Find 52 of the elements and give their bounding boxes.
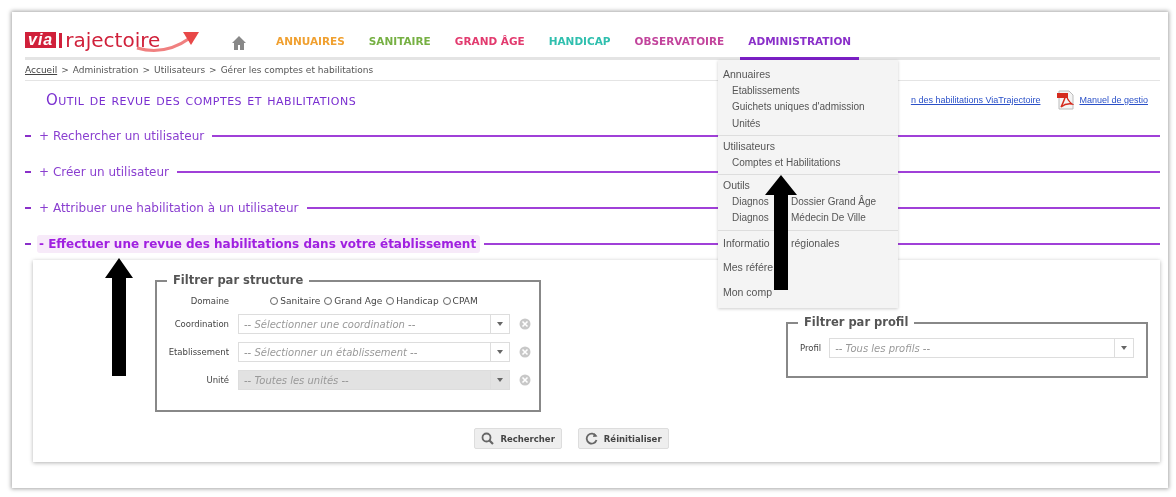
- breadcrumb-item: Utilisateurs: [154, 65, 206, 75]
- bullet-mark: [25, 171, 31, 173]
- menu-item[interactable]: Mon comp: [723, 283, 773, 300]
- link[interactable]: Manuel de gestio: [1079, 95, 1148, 105]
- field-label: Coordination: [173, 319, 229, 329]
- breadcrumb-separator: >: [209, 65, 217, 75]
- section-header[interactable]: - Effectuer une revue des habilitations dans votre établissement: [37, 235, 481, 253]
- refresh-icon: [584, 432, 598, 445]
- menu-item[interactable]: Diagnos: [732, 193, 772, 210]
- menu-item[interactable]: Dossier Grand Âge: [772, 193, 877, 210]
- field-label: Domaine: [189, 296, 229, 306]
- bullet-mark: [25, 243, 31, 245]
- section-header[interactable]: + Attribuer une habilitation à un utilisateur: [37, 199, 303, 217]
- menu-item[interactable]: Médecin De Ville: [772, 210, 866, 227]
- breadcrumb-item: Gérer les comptes et habilitations: [220, 65, 374, 75]
- section-header[interactable]: + Créer un utilisateur: [37, 163, 174, 181]
- radio-option[interactable]: Sanitaire: [270, 296, 321, 306]
- menu-item[interactable]: Unités: [732, 115, 761, 132]
- page-title: Outil de revue des comptes et habilitations: [46, 91, 357, 109]
- breadcrumb-link[interactable]: Accueil: [25, 65, 58, 75]
- field-label: Unité: [205, 375, 229, 385]
- section-header[interactable]: + Rechercher un utilisateur: [37, 127, 209, 145]
- menu-item[interactable]: régionales: [772, 234, 840, 251]
- logo-mark: via: [25, 32, 57, 48]
- fieldset-legend: Filtrer par structure: [167, 273, 310, 287]
- radio-option[interactable]: CPAM: [442, 296, 478, 306]
- radio-option[interactable]: Grand Age: [324, 296, 383, 306]
- nav-tab[interactable]: GRAND ÂGE: [446, 35, 533, 60]
- bullet-mark: [25, 207, 31, 209]
- link[interactable]: n des habilitations ViaTrajectoire: [910, 95, 1041, 105]
- nav-tab[interactable]: OBSERVATOIRE: [626, 35, 733, 60]
- logo-word: rajectoire: [65, 30, 161, 50]
- menu-item[interactable]: Informatio: [723, 234, 772, 251]
- button[interactable]: Réinitialiser: [577, 428, 669, 449]
- pdf-icon[interactable]: [1057, 90, 1075, 110]
- logo-bar: [59, 32, 63, 48]
- menu-item[interactable]: Mes référe: [723, 259, 774, 276]
- radio-option[interactable]: Handicap: [386, 296, 439, 306]
- field-label: Profil: [800, 343, 822, 353]
- menu-item[interactable]: Etablissements: [732, 82, 800, 99]
- home-icon[interactable]: [230, 34, 248, 51]
- search-icon: [481, 432, 495, 445]
- menu-item[interactable]: Comptes et Habilitations: [732, 154, 841, 171]
- bullet-mark: [25, 135, 31, 137]
- breadcrumb-item: Administration: [72, 65, 139, 75]
- breadcrumb-separator: >: [142, 65, 151, 75]
- fieldset-legend: Filtrer par profil: [798, 315, 915, 329]
- menu-item[interactable]: Diagnos: [732, 210, 772, 227]
- button[interactable]: Rechercher: [474, 428, 562, 449]
- field-label: Etablissement: [167, 347, 229, 357]
- breadcrumb-separator: >: [61, 65, 69, 75]
- menu-item[interactable]: Guichets uniques d'admission: [732, 99, 865, 116]
